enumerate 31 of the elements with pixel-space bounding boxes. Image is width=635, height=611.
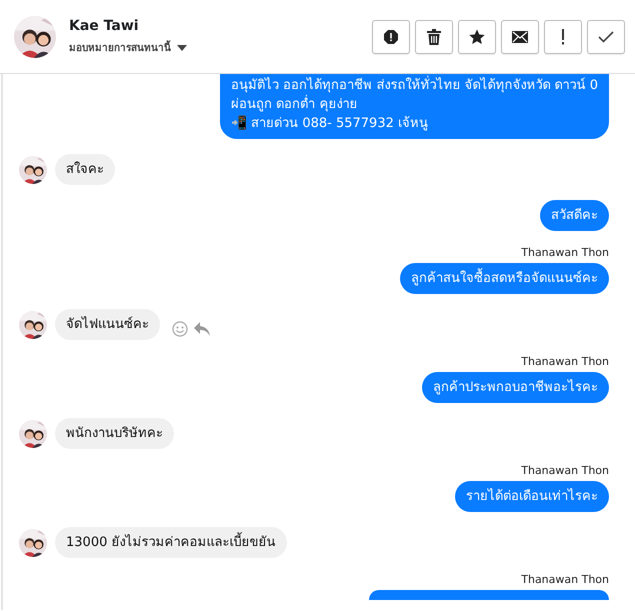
flag-button[interactable] — [544, 20, 582, 54]
done-button[interactable] — [587, 20, 625, 54]
report-button[interactable] — [372, 20, 410, 54]
caret-icon — [177, 44, 187, 50]
message-text: 📲 สายด่วน 088- 5577932 เจ้หนู — [231, 114, 429, 133]
message-text: ผ่อนถูก ดอกต่ำ คุยง่าย — [231, 95, 598, 114]
delete-button[interactable] — [415, 20, 453, 54]
message-bubble: 13000 ยังไม่รวมค่าคอมและเบี้ยขยัน — [55, 527, 286, 558]
message-bubble: สใจคะ — [55, 154, 115, 185]
sender-name: Thanawan Thon — [521, 464, 609, 477]
star-icon — [469, 28, 485, 44]
reply-icon[interactable] — [194, 322, 210, 336]
message-bubble: ลูกค้าสนใจซื้อสดหรือจัดแนนซ์คะ — [400, 263, 609, 294]
sender-name: Thanawan Thon — [521, 573, 609, 586]
message-bubble: รายได้ต่อเดือนเท่าไรคะ — [455, 481, 609, 512]
mark-unread-button[interactable] — [501, 20, 539, 54]
message-bubble: ลูกค้าประพกอบอาชีพอะไรคะ — [422, 372, 609, 403]
star-button[interactable] — [458, 20, 496, 54]
message-text: อนุมัติไว ออกได้ทุกอาชีพ ส่งรถให้ทั่วไทย จัดได้ทุกจังหวัด ดาวน์ 0 — [231, 76, 598, 95]
check-icon — [598, 30, 614, 42]
message-bubble: จัดไฟแนนซ์คะ — [55, 309, 160, 340]
sender-name: Thanawan Thon — [521, 355, 609, 368]
alert-icon — [383, 28, 399, 44]
trash-icon — [427, 28, 441, 44]
message-bubble: สวัสดีคะ — [540, 200, 609, 231]
sender-name: Thanawan Thon — [521, 246, 609, 259]
assign-dropdown[interactable]: มอบหมายการสนทนานี้ — [69, 40, 372, 55]
mail-icon — [512, 30, 528, 42]
message-bubble: พนักงานบริษัทคะ — [55, 418, 174, 449]
contact-name: Kae Tawi — [69, 18, 140, 34]
exclamation-icon — [561, 28, 565, 44]
